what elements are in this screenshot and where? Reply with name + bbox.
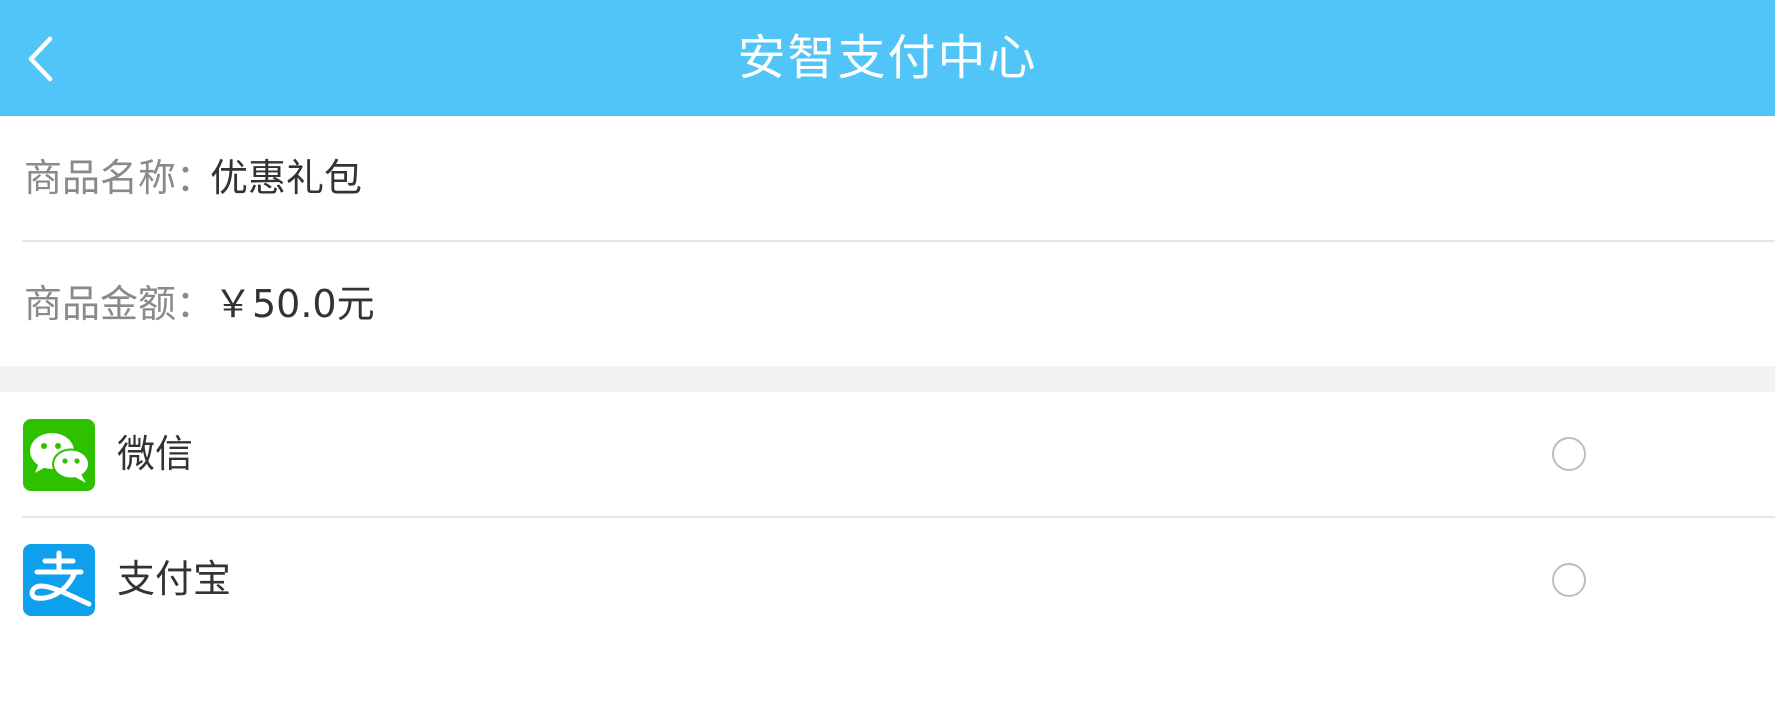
product-amount-value: ￥50.0元 <box>214 282 375 326</box>
wechat-radio[interactable] <box>1552 437 1586 471</box>
alipay-label: 支付宝 <box>117 557 232 601</box>
payment-option-alipay[interactable]: 支付宝 <box>0 519 1775 634</box>
header-bar: 安智支付中心 <box>0 0 1775 116</box>
divider <box>22 516 1775 518</box>
page-title: 安智支付中心 <box>737 30 1038 86</box>
product-amount-row: 商品金额： ￥50.0元 <box>0 242 1775 366</box>
product-amount-label: 商品金额： <box>24 282 215 326</box>
product-name-label: 商品名称： <box>24 156 215 200</box>
section-gap <box>0 366 1775 392</box>
product-name-row: 商品名称： 优惠礼包 <box>0 116 1775 240</box>
alipay-icon <box>23 544 95 616</box>
wechat-icon <box>23 419 95 491</box>
product-name-value: 优惠礼包 <box>210 156 363 200</box>
wechat-label: 微信 <box>117 432 194 476</box>
payment-option-wechat[interactable]: 微信 <box>0 392 1775 516</box>
alipay-radio[interactable] <box>1552 563 1586 597</box>
